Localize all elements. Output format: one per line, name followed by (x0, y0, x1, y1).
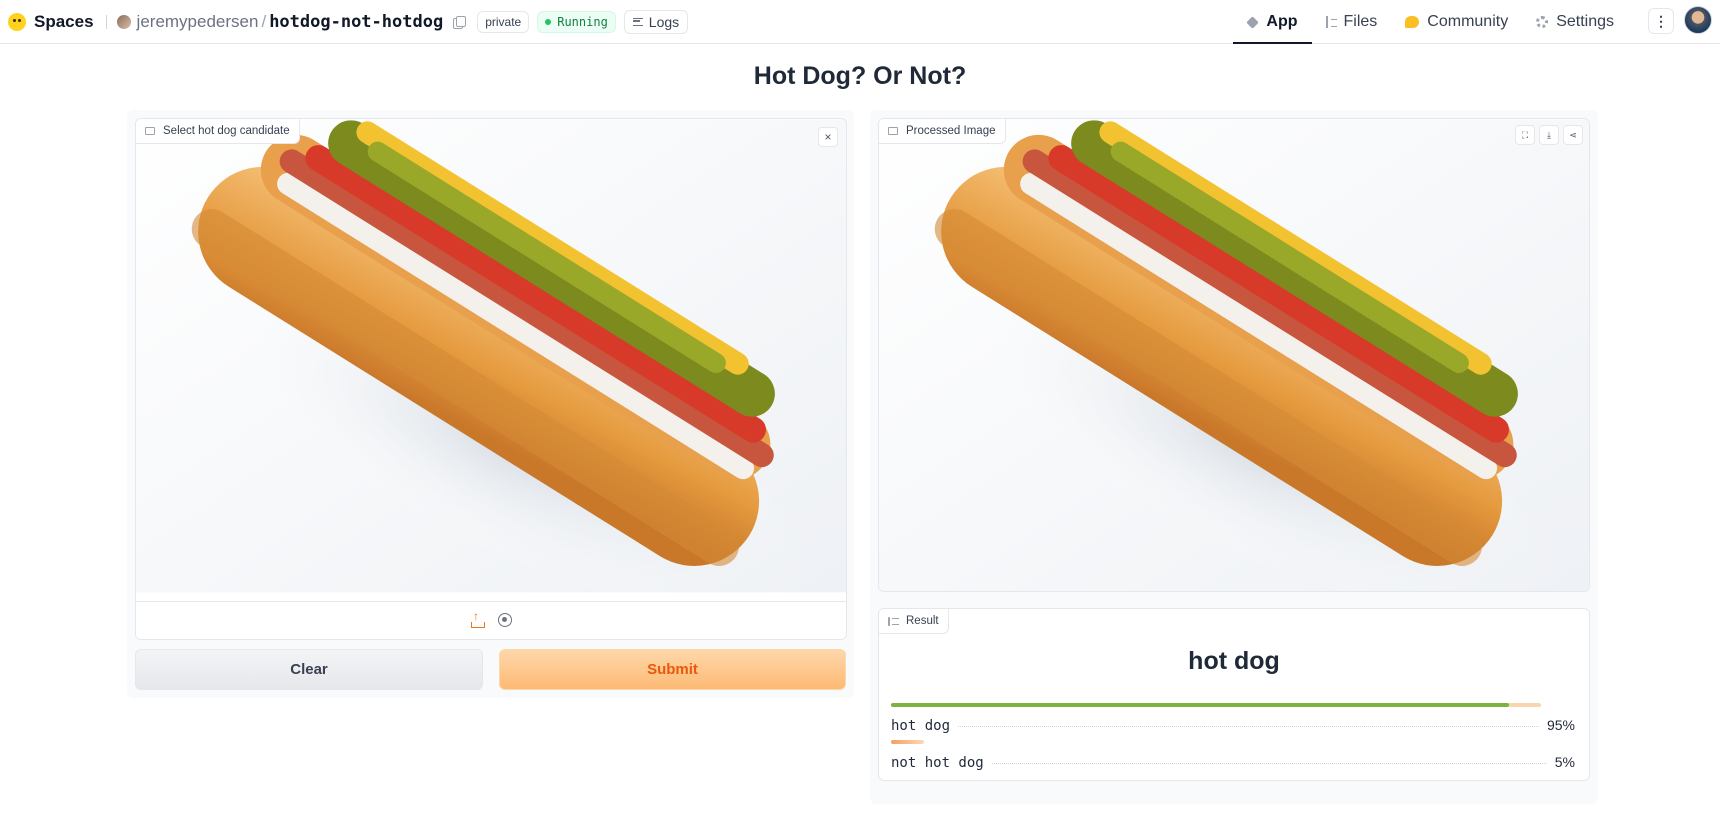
confidence-label: hot dog (891, 718, 951, 734)
download-icon[interactable]: ⤓ (1539, 125, 1559, 145)
input-label-text: Select hot dog candidate (163, 125, 290, 137)
confidence-track (891, 740, 1541, 744)
result-panel: Result hot dog hot dog 95% not hot dog 5… (878, 608, 1590, 781)
output-column: Processed Image ⛶ ⤓ ⋖ Result hot dog hot… (870, 110, 1598, 804)
input-column: Select hot dog candidate × ↑ Clear Submi… (127, 110, 854, 698)
owner-link[interactable]: jeremypedersen (137, 12, 259, 32)
result-label-text: Result (906, 615, 939, 627)
dotted-leader (991, 763, 1547, 764)
confidence-item-not-hot-dog: not hot dog 5% (891, 740, 1575, 776)
chart-icon (888, 616, 899, 626)
confidence-percent: 5% (1554, 754, 1575, 770)
confidence-row: not hot dog 5% (891, 754, 1575, 771)
tab-settings-label: Settings (1556, 13, 1614, 30)
image-icon (888, 127, 898, 135)
gear-icon (1536, 16, 1549, 28)
divider (105, 14, 107, 29)
tab-app[interactable]: App (1233, 0, 1312, 44)
confidence-percent: 95% (1546, 717, 1575, 733)
clear-button[interactable]: Clear (135, 649, 483, 690)
hot-dog-processed-image (879, 119, 1589, 591)
path-separator: / (261, 11, 267, 31)
owner-avatar (116, 14, 131, 29)
community-icon (1405, 16, 1420, 28)
image-toolbar: ⛶ ⤓ ⋖ (1515, 125, 1583, 145)
image-source-bar (136, 601, 846, 639)
more-options-button[interactable]: ⋮ (1648, 8, 1674, 34)
image-icon (145, 127, 155, 135)
top-navigation: Spaces jeremypedersen / hotdog-not-hotdo… (0, 0, 1720, 44)
output-image-label: Processed Image (879, 119, 1006, 144)
repo-name[interactable]: hotdog-not-hotdog (269, 12, 443, 32)
confidence-item-hot-dog: hot dog 95% (891, 703, 1575, 739)
logs-button[interactable]: Logs (623, 9, 689, 34)
page-title: Hot Dog? Or Not? (753, 62, 967, 90)
submit-button[interactable]: Submit (499, 649, 846, 690)
predicted-label: hot dog (1188, 647, 1280, 675)
share-icon[interactable]: ⋖ (1563, 125, 1583, 145)
result-label: Result (879, 609, 949, 634)
webcam-icon[interactable] (498, 612, 512, 629)
space-tabs: App Files Community Settings (1233, 0, 1628, 44)
user-profile-avatar[interactable] (1684, 6, 1712, 34)
fullscreen-icon[interactable]: ⛶ (1515, 125, 1535, 145)
status-label: Running (557, 14, 608, 29)
processed-image-panel: Processed Image ⛶ ⤓ ⋖ (878, 118, 1590, 592)
files-icon (1325, 16, 1337, 28)
logs-icon (632, 17, 643, 26)
status-badge[interactable]: Running (537, 10, 616, 33)
input-image-label: Select hot dog candidate (136, 119, 300, 144)
tab-files-label: Files (1343, 13, 1378, 30)
dotted-leader (958, 726, 1539, 727)
confidence-bar (891, 703, 1509, 707)
tab-community-label: Community (1427, 13, 1509, 30)
image-input-panel[interactable]: Select hot dog candidate × (135, 118, 847, 640)
confidence-bar (891, 740, 924, 744)
visibility-badge: private (477, 10, 530, 33)
status-dot-icon (545, 18, 552, 25)
output-label-text: Processed Image (906, 125, 996, 137)
tab-files[interactable]: Files (1312, 0, 1392, 44)
cube-icon (1246, 15, 1260, 29)
confidence-track (891, 703, 1541, 707)
copy-icon[interactable] (453, 15, 467, 29)
confidence-row: hot dog 95% (891, 717, 1575, 734)
spaces-brand[interactable]: Spaces (8, 12, 94, 32)
hot-dog-input-image (136, 119, 846, 593)
brand-name: Spaces (34, 11, 94, 31)
tab-app-label: App (1266, 13, 1298, 30)
close-icon[interactable]: × (818, 127, 838, 147)
upload-icon[interactable] (470, 609, 486, 629)
huggingface-logo-icon (8, 12, 26, 31)
tab-settings[interactable]: Settings (1522, 0, 1628, 44)
tab-community[interactable]: Community (1391, 0, 1522, 44)
confidence-label: not hot dog (891, 755, 984, 771)
logs-label: Logs (648, 13, 680, 30)
